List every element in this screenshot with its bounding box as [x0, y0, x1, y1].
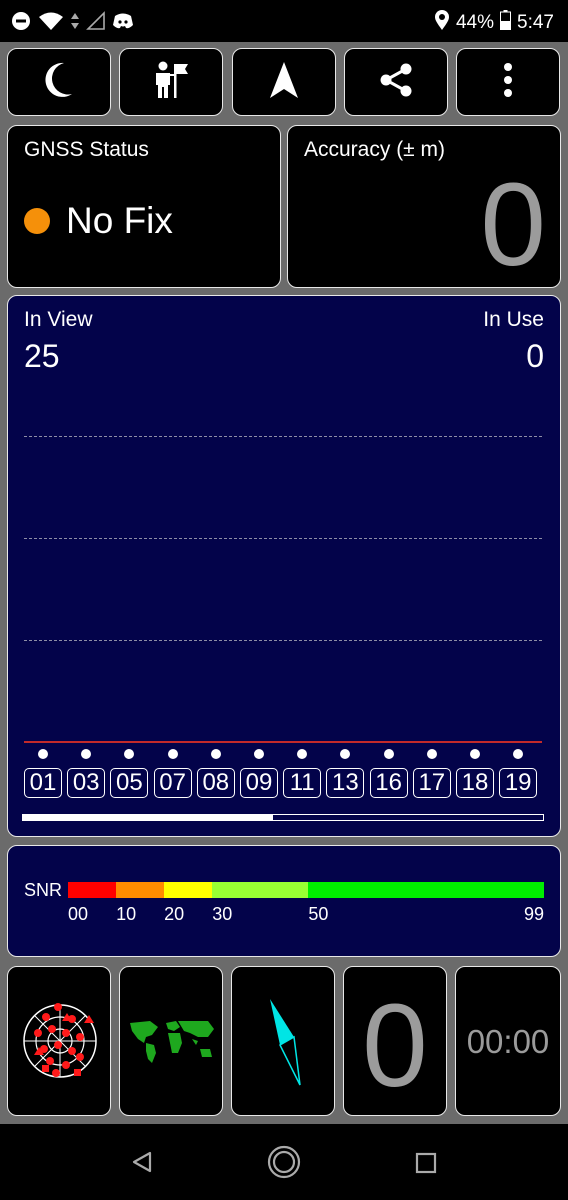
snr-gridline	[24, 538, 542, 539]
in-view-label: In View	[24, 308, 93, 331]
satellite-id-label[interactable]: 07	[153, 768, 192, 798]
moon-icon	[42, 60, 76, 105]
satellite-id-label[interactable]: 01	[24, 768, 62, 798]
satellite-id-label[interactable]: 17	[412, 768, 451, 798]
snr-tick-label: 30	[212, 904, 233, 924]
satellite-id-label[interactable]: 09	[240, 768, 278, 798]
share-icon	[378, 62, 414, 103]
accuracy-value: 0	[480, 159, 546, 291]
home-icon[interactable]	[266, 1144, 302, 1185]
snr-tick-label: 10	[116, 904, 137, 924]
in-use-label: In Use	[483, 308, 544, 331]
snr-scale-segment	[212, 882, 309, 898]
satellite-signal-dot	[470, 749, 480, 759]
timer-value: 00:00	[466, 1023, 550, 1060]
satellite-id-label[interactable]: 11	[283, 768, 322, 798]
satellite-signal-dot	[81, 749, 92, 759]
snr-scale-segment	[68, 882, 117, 898]
fix-status-text: No Fix	[66, 200, 173, 241]
toolbar	[7, 48, 561, 118]
satellite-scrollbar-thumb[interactable]	[23, 815, 273, 820]
snr-tick-label: 50	[308, 904, 329, 924]
gnss-status-card[interactable]: GNSS Status No Fix	[7, 125, 281, 288]
share-button[interactable]	[344, 48, 448, 116]
satellite-signal-dot	[426, 749, 437, 759]
navigation-button[interactable]	[232, 48, 336, 116]
battery-icon	[500, 10, 512, 36]
satellite-id-label[interactable]: 18	[456, 768, 494, 798]
snr-gridline	[24, 436, 542, 437]
snr-color-scale	[68, 882, 544, 898]
person-flag-icon	[151, 60, 191, 105]
accuracy-title: Accuracy (± m)	[304, 138, 446, 161]
compass-tile[interactable]	[231, 966, 335, 1116]
snr-tick-label: 99	[523, 904, 544, 924]
sky-plot-tile[interactable]	[7, 966, 111, 1116]
timer-tile[interactable]: 00:00	[455, 966, 561, 1116]
speed-value: 0	[362, 980, 428, 1112]
data-arrows-icon	[70, 11, 80, 36]
satellite-signal-dot	[254, 749, 264, 759]
snr-tick-label: 00	[68, 904, 89, 924]
satellite-signal-dot	[210, 749, 221, 759]
battery-percentage: 44%	[455, 12, 495, 33]
satellite-signal-dot	[513, 749, 524, 759]
snr-scale-segment	[164, 882, 213, 898]
clock: 5:47	[517, 12, 554, 33]
compass-icon	[264, 997, 304, 1092]
in-use-count: 0	[526, 338, 544, 374]
snr-label: SNR	[24, 880, 63, 900]
satellite-id-label[interactable]: 05	[110, 768, 149, 798]
fix-status-indicator-icon	[24, 208, 50, 234]
satellite-signal-dot	[38, 749, 48, 759]
snr-baseline	[24, 741, 542, 743]
accuracy-card[interactable]: Accuracy (± m) 0	[287, 125, 561, 288]
snr-tick-label: 20	[164, 904, 185, 924]
satellite-signal-dot	[124, 749, 135, 759]
satellite-id-label[interactable]: 13	[326, 768, 365, 798]
night-mode-button[interactable]	[7, 48, 111, 116]
world-map-icon	[128, 1019, 216, 1070]
more-vert-icon	[502, 62, 514, 103]
no-signal-icon	[86, 11, 106, 36]
discord-icon	[112, 12, 134, 35]
do-not-disturb-icon	[10, 10, 32, 37]
location-icon	[434, 9, 450, 37]
satellite-scrollbar[interactable]	[22, 814, 544, 821]
gnss-status-title: GNSS Status	[24, 138, 149, 161]
snr-gridline	[24, 640, 542, 641]
satellite-id-label[interactable]: 08	[196, 768, 235, 798]
satellite-signal-dot	[167, 749, 178, 759]
satellite-id-label[interactable]: 19	[499, 768, 538, 798]
more-options-button[interactable]	[456, 48, 560, 116]
satellite-signal-dot	[297, 749, 308, 759]
snr-scale-segment	[308, 882, 544, 898]
back-icon[interactable]	[130, 1150, 154, 1179]
world-map-tile[interactable]	[119, 966, 223, 1116]
satellite-id-label[interactable]: 03	[67, 768, 106, 798]
snr-scale-segment	[116, 882, 165, 898]
satellite-signal-dot	[340, 749, 351, 759]
navigation-bar	[0, 1124, 568, 1200]
satellite-id-label[interactable]: 16	[369, 768, 408, 798]
in-view-count: 25	[24, 338, 60, 374]
recents-icon[interactable]	[415, 1152, 437, 1179]
sky-plot-icon	[22, 999, 98, 1088]
snr-legend-card: SNR 00 10 20 30 50 99	[7, 845, 561, 957]
flag-person-button[interactable]	[119, 48, 223, 116]
navigation-arrow-icon	[268, 60, 300, 105]
satellite-signal-dot	[383, 749, 394, 759]
satellite-snr-card[interactable]: In View In Use 25 0 01 03 05 07 08 09 11 13 16 17…	[7, 295, 561, 837]
wifi-icon	[38, 11, 64, 36]
speed-tile[interactable]: 0	[343, 966, 447, 1116]
status-bar: 44% 5:47	[0, 0, 568, 42]
